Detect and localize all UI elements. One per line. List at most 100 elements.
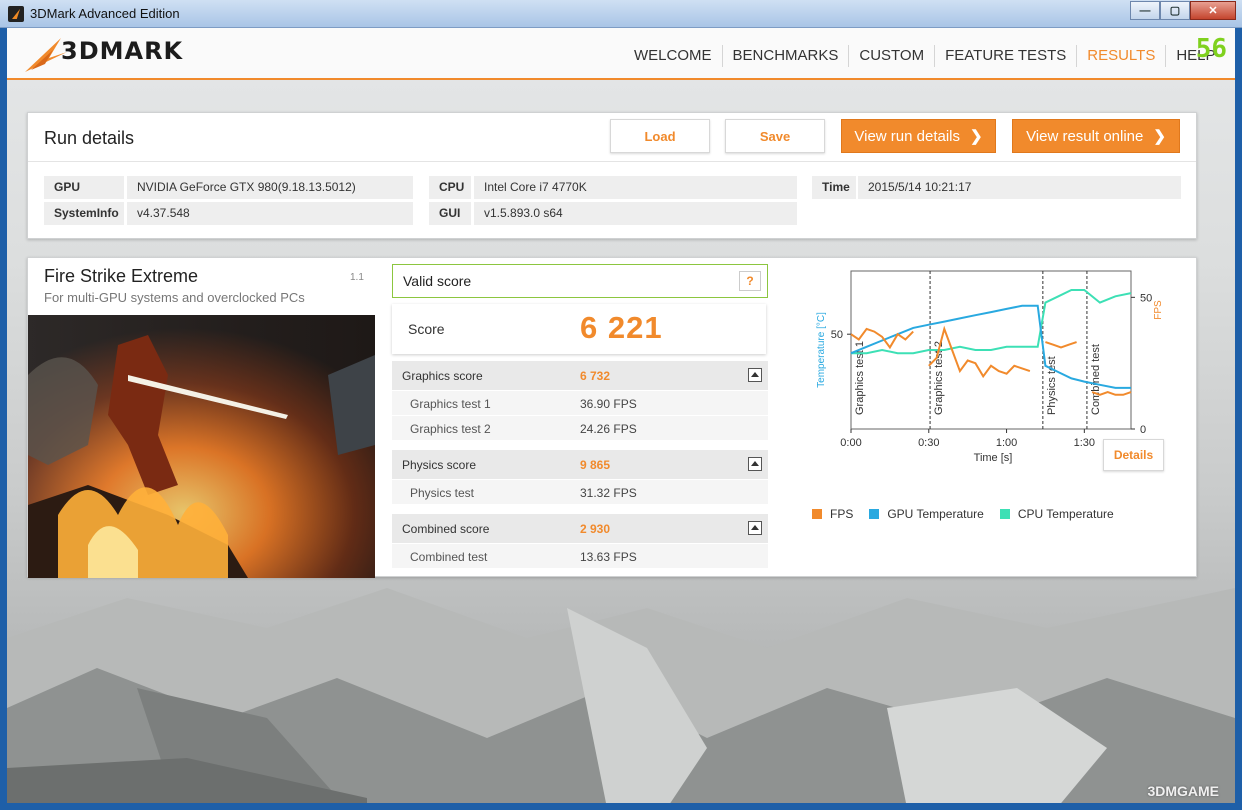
physics-test-label: Physics test	[410, 486, 475, 500]
physics-test-row: Physics test 31.32 FPS	[392, 480, 768, 505]
physics-test-value: 31.32 FPS	[580, 486, 637, 500]
time-value: 2015/5/14 10:21:17	[858, 176, 1181, 199]
physics-score-value: 9 865	[580, 458, 611, 472]
valid-score-label: Valid score	[403, 273, 472, 289]
run-details-panel: Run details Load Save View run details ❯ …	[27, 112, 1197, 239]
chevron-right-icon: ❯	[1153, 128, 1166, 145]
section-label: Combined test	[1090, 344, 1102, 415]
nav-feature-tests[interactable]: FEATURE TESTS	[935, 45, 1078, 67]
graphics-test-2-row: Graphics test 2 24.26 FPS	[392, 416, 768, 441]
gui-label: GUI	[429, 202, 471, 225]
main-nav: WELCOME BENCHMARKS CUSTOM FEATURE TESTS …	[624, 45, 1226, 67]
physics-score-label: Physics score	[402, 458, 477, 472]
logo-wordmark: 3DMARK	[61, 37, 184, 65]
systeminfo-value: v4.37.548	[127, 202, 413, 225]
time-label: Time	[812, 176, 856, 199]
y-left-tick-label: 50	[831, 329, 843, 341]
y-right-tick-label: 0	[1140, 424, 1146, 436]
divider	[28, 161, 1196, 162]
view-result-online-button[interactable]: View result online ❯	[1012, 119, 1180, 153]
close-button[interactable]: ✕	[1190, 1, 1236, 20]
x-axis-label: Time [s]	[974, 452, 1013, 464]
combined-test-label: Combined test	[410, 550, 488, 564]
combined-test-row: Combined test 13.63 FPS	[392, 544, 768, 569]
nav-welcome[interactable]: WELCOME	[624, 45, 723, 67]
cpu-temperature-swatch	[999, 509, 1010, 519]
window-controls: — ▢ ✕	[1130, 1, 1236, 20]
graphics-score-value: 6 732	[580, 369, 611, 383]
legend-gpu-label: GPU Temperature	[887, 507, 984, 521]
physics-score-section: Physics score 9 865 Physics test 31.32 F…	[392, 450, 768, 505]
y-right-tick-label: 50	[1140, 292, 1152, 304]
cpu-value: Intel Core i7 4770K	[474, 176, 797, 199]
chart-legend: FPS GPU Temperature CPU Temperature	[812, 507, 1114, 521]
background-rocks	[7, 588, 1235, 803]
test-name: Fire Strike Extreme	[44, 266, 199, 286]
gpu-temperature-swatch	[869, 509, 880, 519]
overall-score-box: Score 6 221	[392, 304, 766, 354]
chart-details-button[interactable]: Details	[1103, 439, 1164, 471]
nav-results[interactable]: RESULTS	[1077, 45, 1167, 67]
maximize-button[interactable]: ▢	[1160, 1, 1190, 20]
combined-test-value: 13.63 FPS	[580, 550, 637, 564]
valid-score-box: Valid score ?	[392, 264, 768, 298]
graphics-score-section: Graphics score 6 732 Graphics test 1 36.…	[392, 361, 768, 441]
view-run-details-label: View run details	[854, 127, 961, 145]
graphics-test-1-label: Graphics test 1	[410, 397, 491, 411]
y-right-axis-label: FPS	[1153, 300, 1164, 320]
combined-score-label: Combined score	[402, 522, 490, 536]
score-label: Score	[408, 321, 445, 337]
view-result-online-label: View result online	[1026, 127, 1144, 145]
combined-score-row: Combined score 2 930	[392, 514, 768, 544]
gpu-value: NVIDIA GeForce GTX 980(9.18.13.5012)	[127, 176, 413, 199]
app-header: 3DMARK WELCOME BENCHMARKS CUSTOM FEATURE…	[7, 28, 1235, 80]
graphics-test-2-label: Graphics test 2	[410, 422, 491, 436]
help-button[interactable]: ?	[739, 271, 761, 291]
graphics-score-label: Graphics score	[402, 369, 483, 383]
test-subtitle: For multi-GPU systems and overclocked PC…	[44, 290, 305, 305]
x-tick-label: 0:30	[918, 437, 939, 449]
window-titlebar: 3DMark Advanced Edition — ▢ ✕	[0, 0, 1242, 28]
collapse-toggle-icon[interactable]	[748, 521, 762, 535]
physics-score-row: Physics score 9 865	[392, 450, 768, 480]
run-details-title: Run details	[44, 128, 135, 148]
window-title: 3DMark Advanced Edition	[30, 6, 180, 21]
y-left-axis-label: Temperature [°C]	[816, 312, 827, 388]
x-tick-label: 0:00	[840, 437, 861, 449]
legend-cpu-temperature: CPU Temperature	[999, 507, 1114, 521]
graphics-test-2-value: 24.26 FPS	[580, 422, 637, 436]
graphics-test-1-value: 36.90 FPS	[580, 397, 637, 411]
test-result-panel: Fire Strike Extreme For multi-GPU system…	[27, 257, 1197, 578]
monitoring-chart: Graphics test 1 Graphics test 2 Physics te…	[816, 270, 1164, 464]
combined-score-value: 2 930	[580, 522, 611, 536]
view-run-details-button[interactable]: View run details ❯	[841, 119, 996, 153]
nav-benchmarks[interactable]: BENCHMARKS	[723, 45, 850, 67]
x-tick-label: 1:30	[1074, 437, 1095, 449]
site-watermark: 3DMGAME	[1147, 783, 1219, 799]
systeminfo-label: SystemInfo	[44, 202, 124, 225]
cpu-label: CPU	[429, 176, 471, 199]
legend-fps: FPS	[812, 507, 853, 521]
app-icon	[8, 6, 24, 22]
graphics-test-1-row: Graphics test 1 36.90 FPS	[392, 391, 768, 416]
test-artwork-image	[28, 315, 375, 578]
fps-counter-overlay: 56	[1195, 34, 1227, 64]
legend-cpu-label: CPU Temperature	[1017, 507, 1114, 521]
fps-swatch	[812, 509, 822, 519]
app-frame: 3DMARK WELCOME BENCHMARKS CUSTOM FEATURE…	[7, 28, 1235, 803]
collapse-toggle-icon[interactable]	[748, 368, 762, 382]
save-button[interactable]: Save	[725, 119, 825, 153]
chevron-right-icon: ❯	[970, 128, 983, 145]
graphics-score-row: Graphics score 6 732	[392, 361, 768, 391]
collapse-toggle-icon[interactable]	[748, 457, 762, 471]
nav-custom[interactable]: CUSTOM	[849, 45, 936, 67]
gpu-label: GPU	[44, 176, 124, 199]
legend-fps-label: FPS	[830, 507, 854, 521]
score-value: 6 221	[580, 310, 663, 345]
load-button[interactable]: Load	[610, 119, 710, 153]
minimize-button[interactable]: —	[1130, 1, 1160, 20]
test-version: 1.1	[350, 272, 364, 283]
combined-score-section: Combined score 2 930 Combined test 13.63…	[392, 514, 768, 569]
section-label: Physics test	[1046, 356, 1058, 415]
legend-gpu-temperature: GPU Temperature	[869, 507, 984, 521]
